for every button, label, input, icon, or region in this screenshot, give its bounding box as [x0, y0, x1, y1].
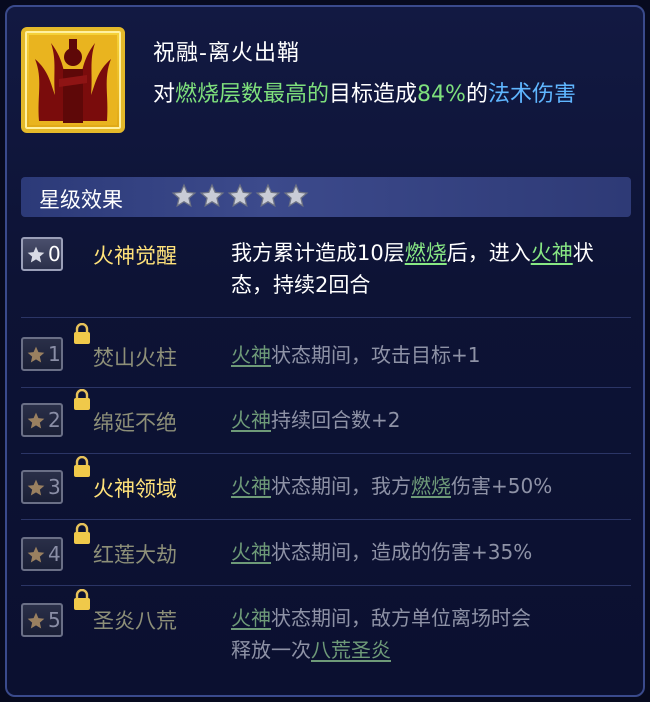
- star-icon: [27, 246, 45, 263]
- star-level-number: 4: [48, 542, 61, 566]
- star-icon: [27, 546, 45, 563]
- star-level-number: 5: [48, 608, 61, 632]
- divider: [21, 519, 631, 520]
- star-level-badge: 2: [21, 403, 63, 437]
- keyword-burn[interactable]: 燃烧: [411, 474, 451, 498]
- tier-text: 后，进入: [446, 241, 531, 265]
- tier-text: 释放一次: [231, 638, 311, 662]
- tier-description: 火神状态期间，攻击目标+1: [231, 339, 611, 371]
- star-effects-header: 星级效果: [21, 177, 631, 217]
- tier-text: 状态期间，敌方单位离场时会: [271, 606, 531, 630]
- tier-description: 火神状态期间，我方燃烧伤害+50%: [231, 470, 611, 502]
- star-icon: [27, 346, 45, 363]
- keyword-fire-god[interactable]: 火神: [231, 408, 271, 432]
- star-icon: [199, 183, 225, 208]
- lock-icon: [74, 523, 90, 544]
- keyword-burn[interactable]: 燃烧: [405, 241, 447, 265]
- skill-tooltip-panel: 祝融-离火出鞘 对燃烧层数最高的目标造成84%的法术伤害 星级效果 0 火神觉醒…: [5, 5, 645, 697]
- tier-text: 伤害+50%: [451, 474, 553, 498]
- desc-text: 的: [465, 82, 488, 107]
- desc-damage-type: 法术伤害: [487, 82, 576, 107]
- tier-description: 火神持续回合数+2: [231, 404, 611, 436]
- divider: [21, 317, 631, 318]
- desc-text: 目标造成: [329, 82, 418, 107]
- tier-text: 状态期间，攻击目标+1: [271, 343, 481, 367]
- keyword-fire-god[interactable]: 火神: [531, 241, 573, 265]
- tier-description: 火神状态期间，造成的伤害+35%: [231, 536, 611, 568]
- tier-description: 火神状态期间，敌方单位离场时会释放一次八荒圣炎: [231, 602, 611, 666]
- desc-keyword: 燃烧层数最高的: [175, 82, 330, 107]
- star-level-badge: 0: [21, 237, 63, 271]
- tier-name: 绵延不绝: [93, 411, 177, 435]
- desc-percent: 84%: [417, 82, 466, 107]
- star-icon: [27, 479, 45, 496]
- skill-icon-frame: [21, 27, 125, 133]
- divider: [21, 387, 631, 388]
- keyword-fire-god[interactable]: 火神: [231, 606, 271, 630]
- lock-icon: [74, 323, 90, 344]
- tier-name: 火神领域: [93, 477, 177, 501]
- lock-icon: [74, 389, 90, 410]
- star-effects-title: 星级效果: [39, 188, 123, 212]
- keyword-eight-wilds-flame[interactable]: 八荒圣炎: [311, 638, 391, 662]
- desc-text: 对: [153, 82, 176, 107]
- tier-text: 我方累计造成10层: [231, 241, 405, 265]
- tier-description: 我方累计造成10层燃烧后，进入火神状态，持续2回合: [231, 237, 611, 301]
- lock-icon: [74, 456, 90, 477]
- star-level-number: 2: [48, 408, 61, 432]
- star-icon: [27, 612, 45, 629]
- star-icon: [255, 183, 281, 208]
- divider: [21, 585, 631, 586]
- lock-icon: [74, 589, 90, 610]
- tier-name: 火神觉醒: [93, 244, 177, 268]
- tier-text: 状态期间，造成的伤害+35%: [271, 540, 533, 564]
- star-level-badge: 3: [21, 470, 63, 504]
- star-icon: [283, 183, 309, 208]
- star-level-badge: 1: [21, 337, 63, 371]
- star-level-number: 1: [48, 342, 61, 366]
- star-icon: [227, 183, 253, 208]
- star-level-badge: 5: [21, 603, 63, 637]
- star-icon: [27, 412, 45, 429]
- tier-text: 持续回合数+2: [271, 408, 401, 432]
- divider: [21, 453, 631, 454]
- keyword-fire-god[interactable]: 火神: [231, 540, 271, 564]
- fire-deity-icon: [29, 35, 117, 125]
- tier-name: 圣炎八荒: [93, 609, 177, 633]
- skill-name: 祝融-离火出鞘: [153, 41, 300, 66]
- star-level-number: 3: [48, 475, 61, 499]
- star-rating: [171, 183, 309, 209]
- tier-name: 焚山火柱: [93, 346, 177, 370]
- star-level-badge: 4: [21, 537, 63, 571]
- skill-description: 对燃烧层数最高的目标造成84%的法术伤害: [153, 77, 633, 113]
- tier-text: 状态期间，我方: [271, 474, 411, 498]
- star-icon: [171, 183, 197, 208]
- tier-name: 红莲大劫: [93, 543, 177, 567]
- keyword-fire-god[interactable]: 火神: [231, 474, 271, 498]
- star-level-number: 0: [48, 242, 61, 266]
- keyword-fire-god[interactable]: 火神: [231, 343, 271, 367]
